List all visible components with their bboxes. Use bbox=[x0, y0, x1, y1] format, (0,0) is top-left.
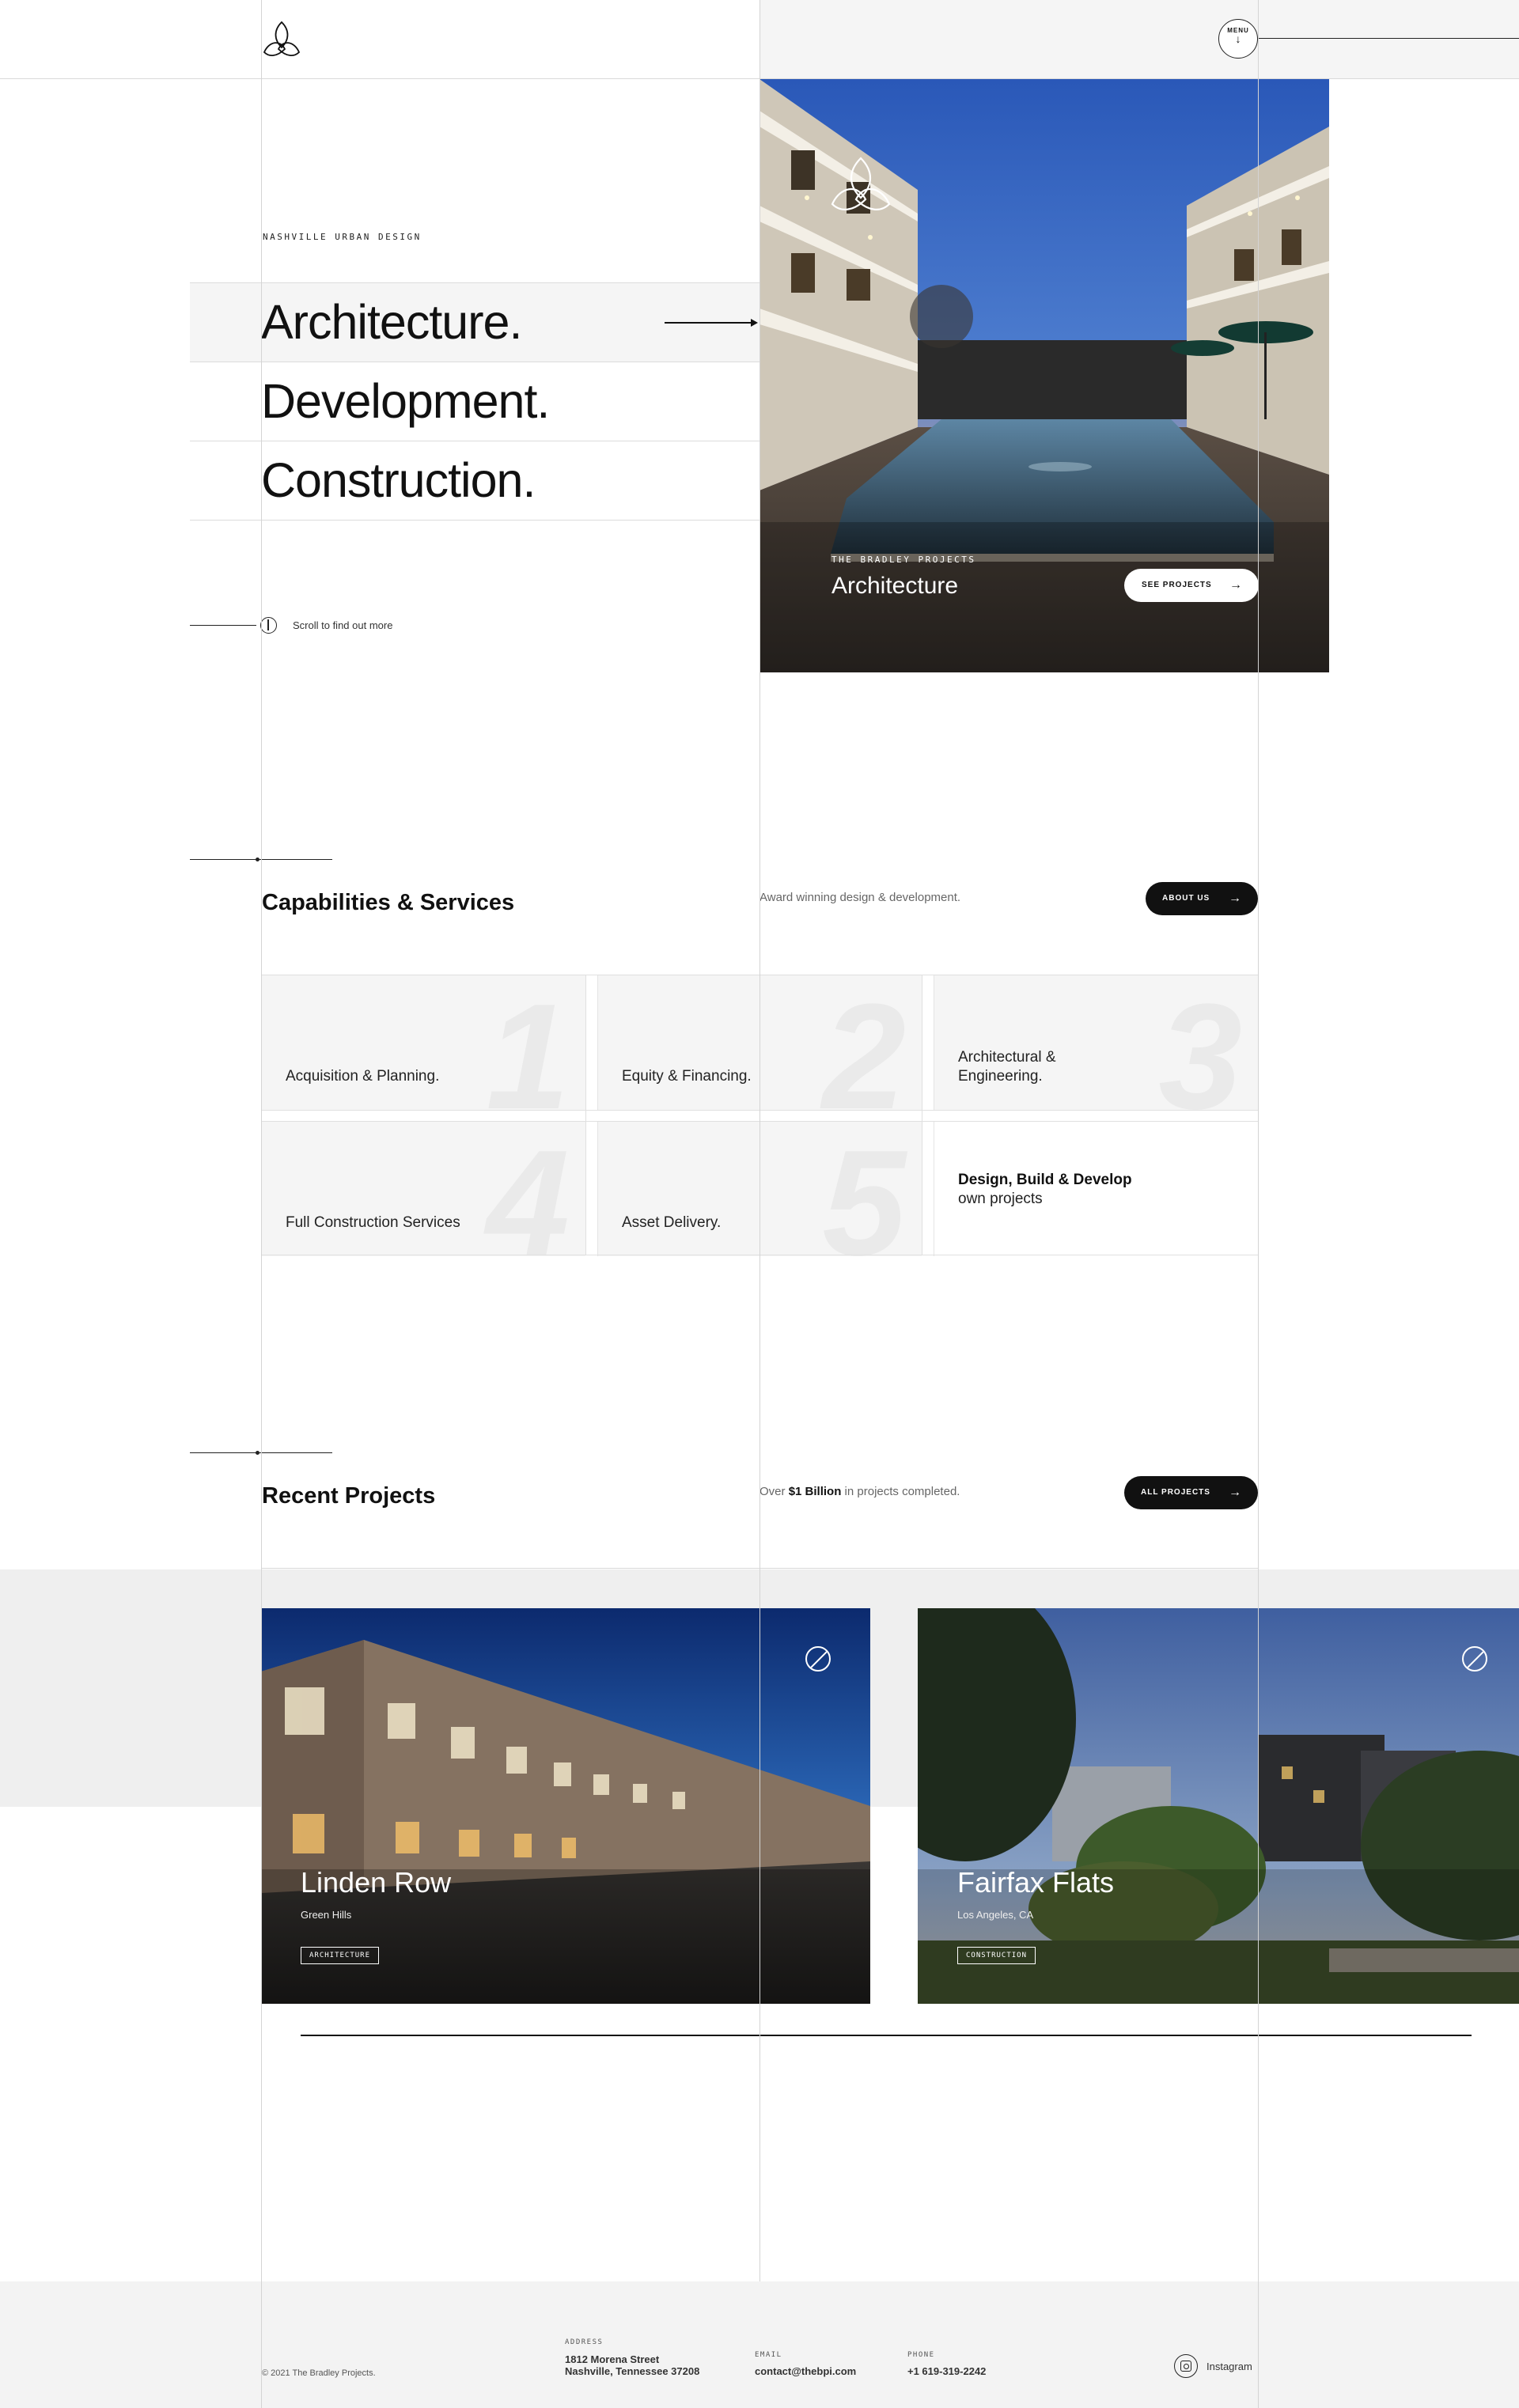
footer-copyright: © 2021 The Bradley Projects. bbox=[262, 2368, 376, 2378]
about-us-label: ABOUT US bbox=[1162, 894, 1210, 903]
card-number: 4 bbox=[486, 1128, 570, 1256]
footer-address-line1: 1812 Morena Street bbox=[565, 2353, 660, 2365]
project-card-fairfax-flats[interactable]: Fairfax Flats Los Angeles, CA CONSTRUCTI… bbox=[918, 1608, 1519, 2004]
capability-card-highlight[interactable]: Design, Build & Develop own projects bbox=[934, 1122, 1258, 1256]
arrow-right-icon: → bbox=[1229, 892, 1242, 905]
hero-row-construction[interactable]: Construction. bbox=[190, 441, 760, 520]
projects-subtitle-suffix: in projects completed. bbox=[844, 1485, 960, 1498]
grid-line-left bbox=[261, 0, 262, 2408]
capability-card-1[interactable]: 1 Acquisition & Planning. bbox=[261, 975, 585, 1110]
about-us-button[interactable]: ABOUT US → bbox=[1146, 882, 1258, 915]
capabilities-title: Capabilities & Services bbox=[262, 890, 515, 915]
project-photo bbox=[918, 1608, 1519, 2004]
see-projects-label: SEE PROJECTS bbox=[1142, 581, 1212, 589]
footer-phone-label: PHONE bbox=[907, 2351, 935, 2359]
all-projects-label: ALL PROJECTS bbox=[1141, 1488, 1210, 1497]
project-location: Los Angeles, CA bbox=[957, 1909, 1034, 1921]
footer-address-label: ADDRESS bbox=[565, 2338, 604, 2346]
arrow-right-icon: → bbox=[1229, 1486, 1242, 1499]
card-label: Equity & Financing. bbox=[622, 1068, 752, 1085]
arrow-down-icon: ↓ bbox=[1235, 32, 1241, 45]
card-label: Acquisition & Planning. bbox=[286, 1068, 440, 1085]
hero-caption-eyebrow: THE BRADLEY PROJECTS bbox=[831, 555, 976, 565]
trefoil-leaf-logo-icon[interactable] bbox=[261, 19, 302, 60]
see-projects-button[interactable]: SEE PROJECTS → bbox=[1124, 569, 1259, 602]
footer-email[interactable]: contact@thebpi.com bbox=[755, 2365, 856, 2377]
project-title: Linden Row bbox=[301, 1866, 452, 1899]
site-footer: © 2021 The Bradley Projects. ADDRESS 181… bbox=[0, 2281, 1519, 2408]
hero-active-arrow bbox=[665, 322, 753, 324]
all-projects-button[interactable]: ALL PROJECTS → bbox=[1124, 1476, 1258, 1509]
footer-email-label: EMAIL bbox=[755, 2351, 782, 2359]
project-card-linden-row[interactable]: Linden Row Green Hills ARCHITECTURE bbox=[261, 1608, 870, 2004]
card-label: Asset Delivery. bbox=[622, 1214, 722, 1231]
card-number: 1 bbox=[486, 982, 570, 1110]
footer-instagram-link[interactable]: Instagram bbox=[1206, 2361, 1252, 2372]
grid-line-right bbox=[1258, 0, 1259, 2408]
hero-word: Development. bbox=[261, 374, 550, 428]
scroll-hint: Scroll to find out more bbox=[293, 619, 393, 631]
scroll-mouse-icon[interactable] bbox=[260, 617, 277, 634]
arrow-right-icon: → bbox=[1229, 578, 1243, 592]
card-number: 2 bbox=[822, 982, 906, 1110]
menu-button[interactable]: MENU ↓ bbox=[1218, 19, 1258, 59]
project-tag[interactable]: CONSTRUCTION bbox=[957, 1947, 1036, 1964]
capabilities-subtitle: Award winning design & development. bbox=[760, 891, 961, 904]
hero-image: THE BRADLEY PROJECTS Architecture SEE PR… bbox=[760, 79, 1329, 672]
footer-phone[interactable]: +1 619-319-2242 bbox=[907, 2365, 986, 2377]
arrow-right-icon bbox=[751, 319, 758, 327]
no-entry-icon[interactable] bbox=[1462, 1646, 1487, 1672]
project-photo bbox=[261, 1608, 870, 2004]
card-number: 5 bbox=[822, 1128, 906, 1256]
card-label: Architectural & Engineering. bbox=[958, 1049, 1056, 1085]
no-entry-icon[interactable] bbox=[805, 1646, 831, 1672]
project-location: Green Hills bbox=[301, 1909, 352, 1921]
projects-subtitle: Over $1 Billion in projects completed. bbox=[760, 1485, 960, 1498]
capability-card-3[interactable]: 3 Architectural & Engineering. bbox=[934, 975, 1258, 1110]
card-label: Full Construction Services bbox=[286, 1214, 460, 1231]
hero-word: Architecture. bbox=[261, 295, 522, 349]
project-tag[interactable]: ARCHITECTURE bbox=[301, 1947, 380, 1964]
capability-card-4[interactable]: 4 Full Construction Services bbox=[261, 1122, 585, 1256]
card-label: own projects bbox=[958, 1191, 1043, 1207]
project-title: Fairfax Flats bbox=[957, 1866, 1115, 1899]
hero-word: Construction. bbox=[261, 453, 536, 507]
hero-row-development[interactable]: Development. bbox=[190, 362, 760, 441]
carousel-scrollbar[interactable] bbox=[301, 2035, 1472, 2036]
hero-eyebrow: NASHVILLE URBAN DESIGN bbox=[263, 232, 422, 242]
projects-subtitle-bold: $1 Billion bbox=[788, 1485, 842, 1498]
projects-subtitle-prefix: Over bbox=[760, 1485, 786, 1498]
footer-address-line2: Nashville, Tennessee 37208 bbox=[565, 2365, 700, 2377]
card-number: 3 bbox=[1158, 982, 1242, 1110]
projects-title: Recent Projects bbox=[262, 1483, 436, 1509]
hero-caption-title: Architecture bbox=[831, 573, 959, 599]
menu-line bbox=[1258, 38, 1519, 39]
card-label-bold: Design, Build & Develop bbox=[958, 1172, 1132, 1188]
instagram-icon[interactable] bbox=[1174, 2354, 1198, 2378]
